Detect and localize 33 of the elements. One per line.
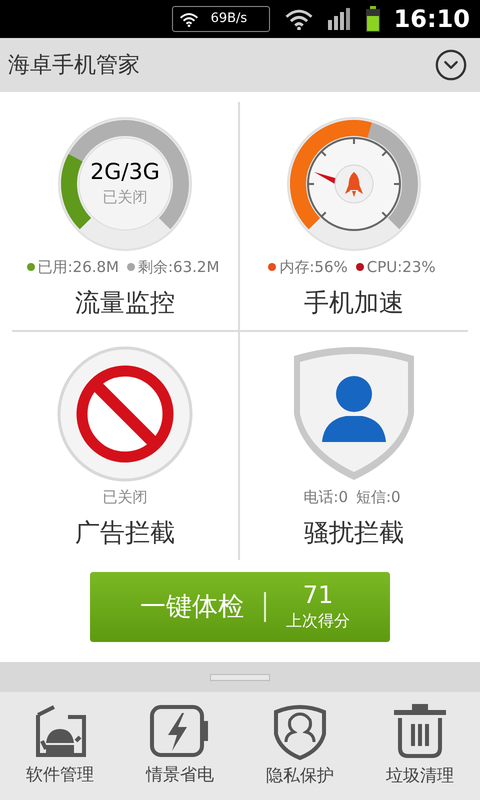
clock-text: 16:10 (394, 4, 470, 35)
stat-text: 电话:0 (303, 486, 348, 508)
stat-text: 已用:26.8M (38, 256, 119, 278)
network-status: 已关闭 (102, 186, 148, 208)
signal-icon (328, 8, 352, 30)
stat-text: CPU:23% (366, 256, 436, 278)
network-speed-text: 69B/s (210, 10, 248, 28)
network-label: 2G/3G (90, 160, 160, 186)
tile-title[interactable]: 广告拦截 (75, 514, 175, 552)
tile-title[interactable]: 骚扰拦截 (304, 514, 404, 552)
nav-item[interactable]: 垃圾清理 (360, 692, 480, 800)
score-label: 上次得分 (286, 610, 350, 632)
score-text: 71 (302, 581, 334, 609)
nav-item[interactable]: 隐私保护 (240, 692, 360, 800)
stat-text: 内存:56% (279, 256, 348, 278)
app-title: 海卓手机管家 (8, 52, 140, 80)
trash-icon (392, 702, 448, 760)
expand-button[interactable] (434, 48, 468, 82)
rocket-icon (345, 172, 363, 197)
wifi-icon (178, 12, 199, 26)
battery-icon (366, 6, 380, 32)
nav-item[interactable]: 软件管理 (0, 692, 120, 800)
nav-item[interactable]: 情景省电 (120, 692, 240, 800)
shield-person-icon (272, 702, 328, 760)
drawer-handle[interactable] (210, 674, 270, 680)
tile-title[interactable]: 流量监控 (75, 284, 175, 322)
tile-title[interactable]: 手机加速 (304, 284, 404, 322)
wifi-icon (284, 8, 314, 30)
stat-text: 剩余:63.2M (138, 256, 220, 278)
prohibition-icon (76, 366, 174, 462)
status-text: 已关闭 (102, 486, 148, 508)
shield-person-icon (294, 347, 414, 480)
stat-text: 短信:0 (356, 486, 401, 508)
